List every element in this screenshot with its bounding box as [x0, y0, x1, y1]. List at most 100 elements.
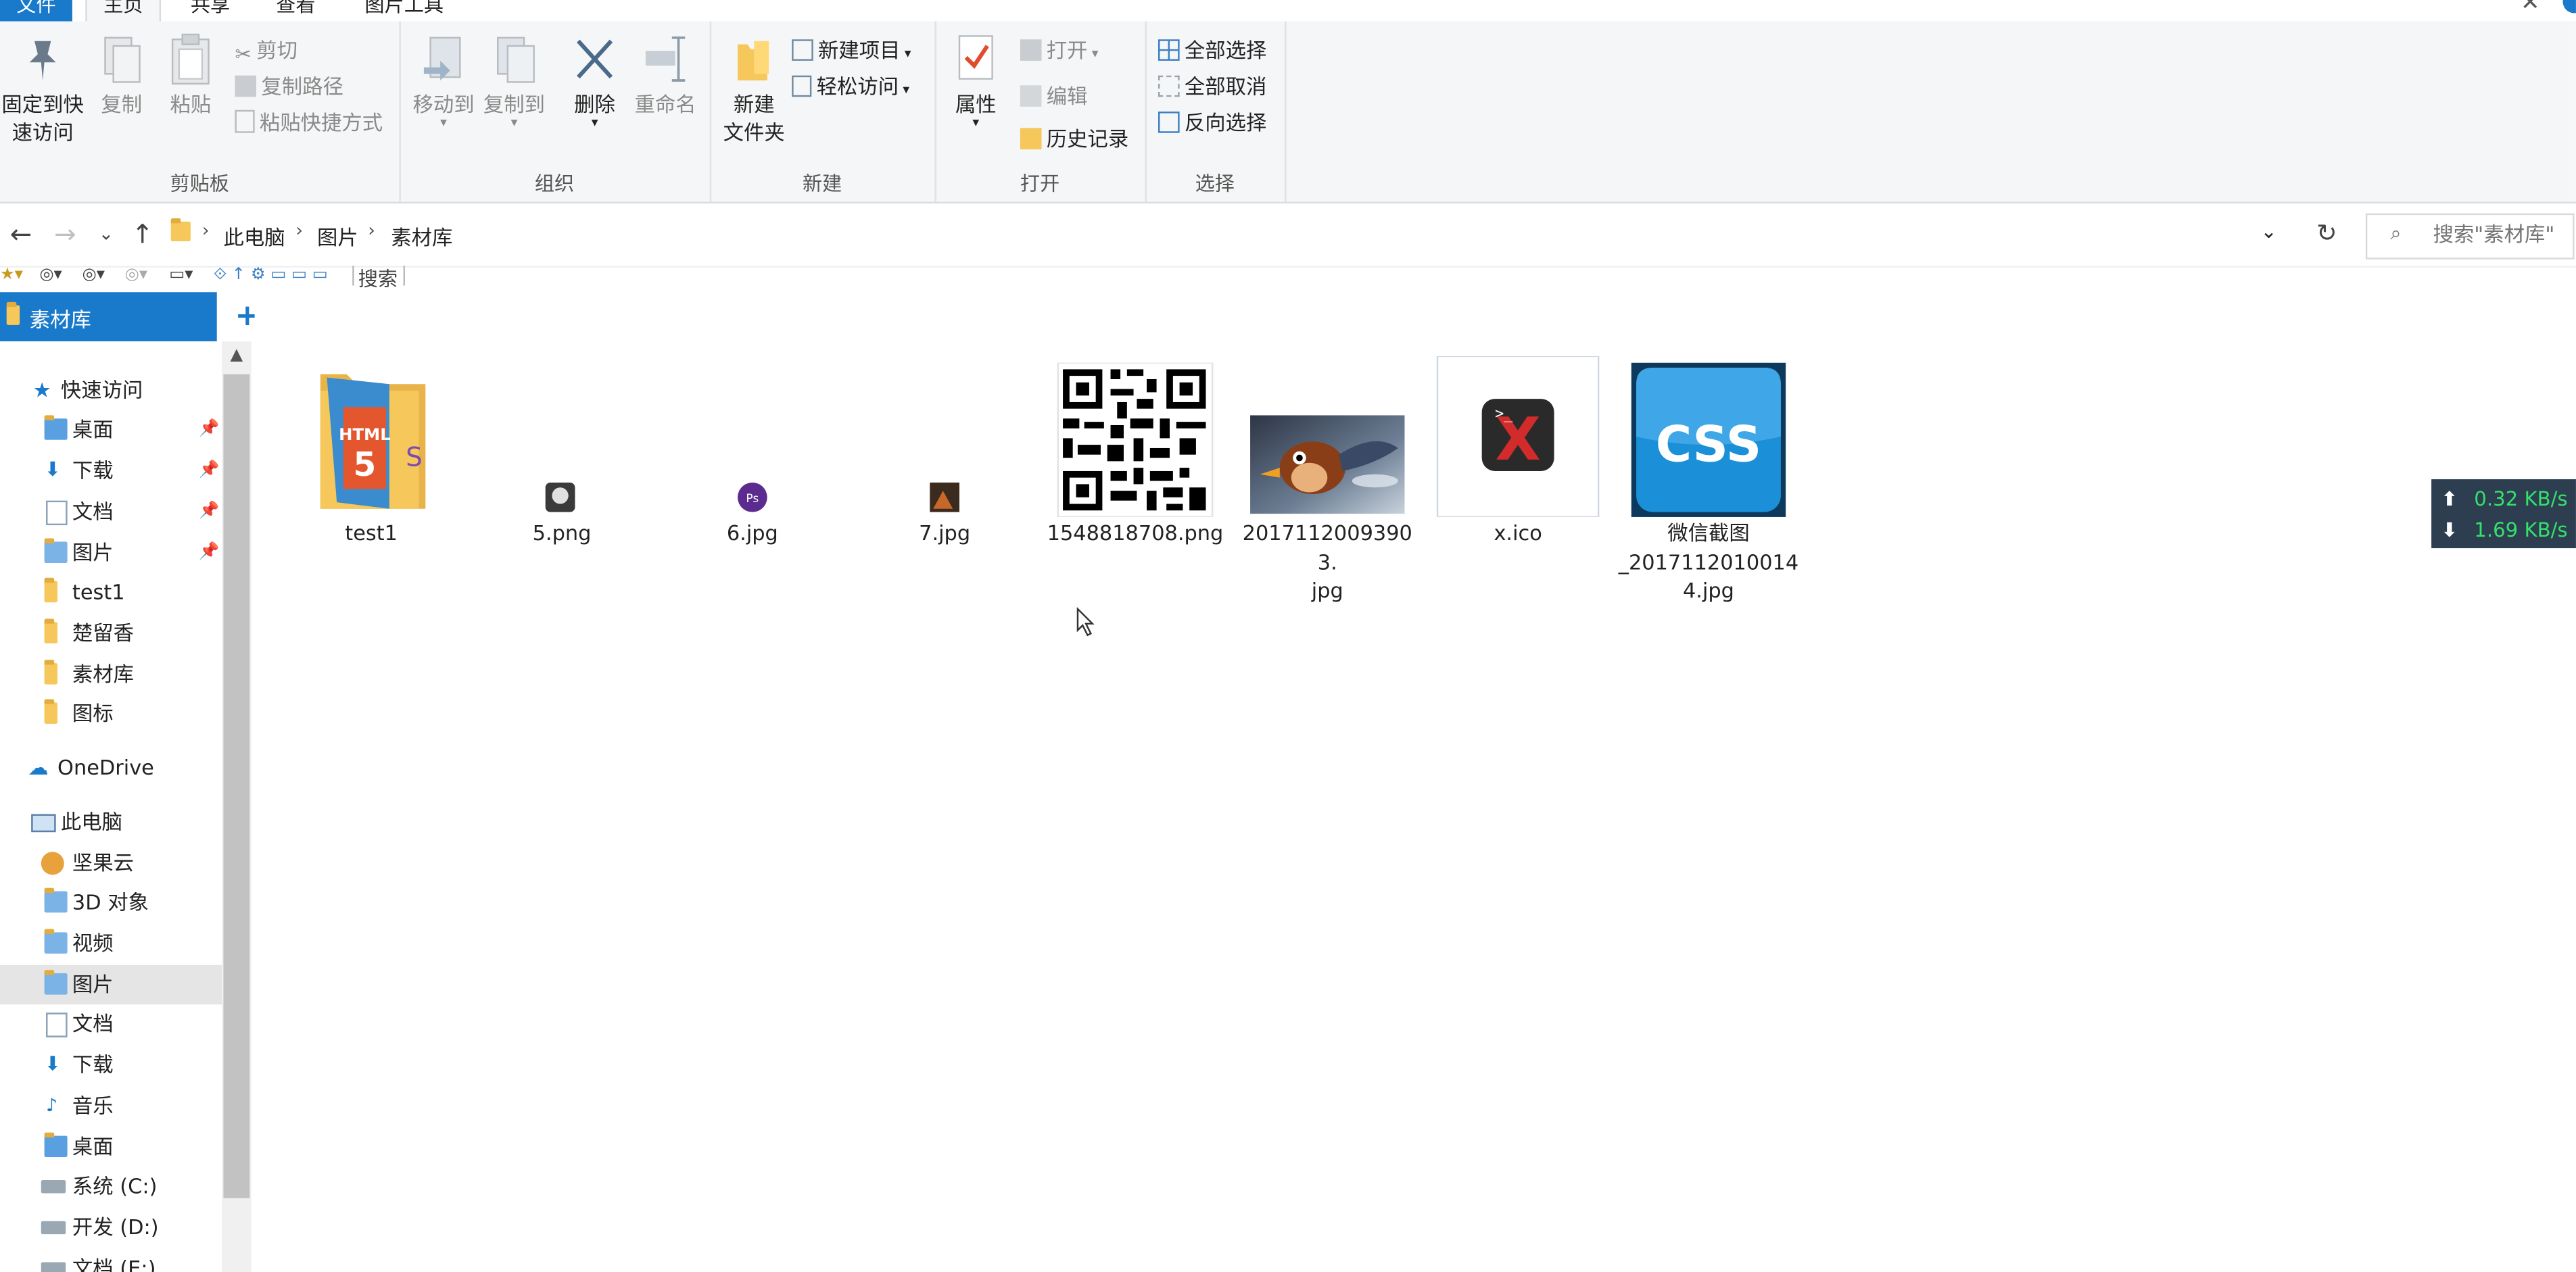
nav-item-music[interactable]: ♪ 音乐	[0, 1087, 222, 1126]
star-icon[interactable]: ★▾	[0, 266, 23, 284]
move-to-button[interactable]: 移动到 ▾	[408, 31, 480, 129]
refresh-icon[interactable]: ↻	[2316, 218, 2337, 248]
tab-share[interactable]: 共享	[174, 0, 247, 22]
nav-item-downloads-pc[interactable]: ⬇ 下载	[0, 1046, 222, 1085]
pin-icon[interactable]: 📌	[199, 451, 219, 491]
pin-icon	[20, 31, 66, 87]
scroll-thumb[interactable]	[223, 374, 250, 1198]
address-dropdown-chevron-icon[interactable]: ⌄	[2260, 220, 2276, 243]
invert-selection-button[interactable]: 反向选择	[1158, 108, 1266, 138]
search-icon: ⌕	[2390, 221, 2402, 245]
nav-header-label: 素材库	[29, 307, 91, 332]
select-all-button[interactable]: 全部选择	[1158, 36, 1266, 66]
nav-item-desktop-pc[interactable]: 桌面	[0, 1127, 222, 1167]
paste-shortcut-button[interactable]: 粘贴快捷方式	[235, 108, 383, 138]
open-button[interactable]: 打开 ▾	[1020, 36, 1099, 66]
pin-to-quick-access-button[interactable]: 固定到快 速访问	[0, 31, 85, 146]
copy-to-button[interactable]: 复制到 ▾	[478, 31, 550, 129]
cut-button[interactable]: ✂ 剪切	[235, 36, 297, 66]
breadcrumb-this-pc[interactable]: 此电脑	[223, 220, 285, 251]
new-item-button[interactable]: 新建项目 ▾	[792, 36, 911, 66]
easy-access-button[interactable]: 轻松访问 ▾	[792, 72, 909, 102]
toolbar-search-label[interactable]: 搜索	[358, 264, 398, 292]
pin-icon[interactable]: 📌	[199, 533, 219, 572]
edit-button[interactable]: 编辑	[1020, 82, 1088, 112]
paste-shortcut-icon	[235, 109, 255, 133]
nav-item-label: 桌面	[72, 1134, 114, 1159]
toolbar-separator: |	[350, 262, 357, 286]
back-circle-icon[interactable]: ◎▾	[39, 266, 62, 284]
tab-picture-tools[interactable]: 图片工具	[348, 0, 460, 22]
pin-icon[interactable]: 📌	[199, 493, 219, 532]
close-icon[interactable]: ✕	[2521, 0, 2540, 16]
copy-path-label: 复制路径	[261, 74, 343, 99]
move-to-label: 移动到	[412, 91, 475, 117]
search-box[interactable]: ⌕	[2365, 213, 2575, 260]
nav-item-pictures[interactable]: 图片 📌	[0, 533, 222, 572]
nav-item-documents[interactable]: 文档 📌	[0, 493, 222, 532]
breadcrumb-library[interactable]: 素材库	[391, 220, 452, 251]
nav-item-chuliuxiang[interactable]: 楚留香	[0, 614, 222, 653]
forward-circle-icon[interactable]: ◎▾	[82, 266, 104, 284]
nav-item-drive-c[interactable]: 系统 (C:)	[0, 1167, 222, 1206]
nav-item-drive-d[interactable]: 开发 (D:)	[0, 1208, 222, 1247]
copy-path-button[interactable]: 复制路径	[235, 72, 343, 102]
download-speed-value: 1.69 KB/s	[2474, 518, 2568, 542]
nav-item-icons[interactable]: 图标	[0, 694, 222, 733]
open-icon	[1020, 39, 1042, 61]
select-none-button[interactable]: 全部取消	[1158, 72, 1266, 102]
back-arrow-icon[interactable]: ←	[10, 218, 32, 249]
nav-item-desktop[interactable]: 桌面 📌	[0, 410, 222, 449]
nav-this-pc[interactable]: 此电脑	[0, 802, 222, 841]
download-arrow-icon: ⬇	[44, 458, 62, 481]
rename-button[interactable]: 重命名	[629, 31, 702, 118]
tools-icons[interactable]: ⟐ ↑ ⚙ ▭ ▭ ▭	[214, 266, 328, 284]
tab-file[interactable]: 文件	[0, 0, 72, 22]
nav-item-library[interactable]: 素材库	[0, 655, 222, 694]
up-arrow-icon[interactable]: ↑	[131, 218, 153, 249]
3d-objects-icon	[44, 887, 68, 913]
nav-pane-header[interactable]: 素材库	[0, 292, 217, 342]
help-icon[interactable]	[2562, 0, 2576, 14]
properties-button[interactable]: 属性 ▾	[945, 31, 1007, 129]
pin-icon[interactable]: 📌	[199, 410, 219, 449]
nav-item-test1[interactable]: test1	[0, 573, 222, 612]
easy-access-icon	[792, 75, 812, 97]
nav-item-downloads[interactable]: ⬇ 下载 📌	[0, 451, 222, 491]
delete-label: 删除	[574, 91, 615, 117]
nav-scrollbar[interactable]: ▲	[222, 341, 252, 1272]
recent-locations-chevron-icon[interactable]: ⌄	[99, 223, 114, 245]
upload-speed: ⬆ 0.32 KB/s	[2441, 483, 2568, 516]
tab-home[interactable]: 主页	[85, 0, 162, 22]
folder-icon	[44, 618, 58, 643]
new-folder-button[interactable]: 新建 文件夹	[718, 31, 790, 146]
search-input[interactable]	[2433, 221, 2573, 247]
scroll-up-arrow-icon[interactable]: ▲	[222, 346, 252, 364]
breadcrumb-pictures[interactable]: 图片	[317, 220, 358, 251]
file-name: 微信截图 _2017112010014 4.jpg	[1618, 518, 1798, 604]
view-icon[interactable]: ▭▾	[169, 266, 193, 284]
drive-icon	[41, 1180, 66, 1194]
nav-item-jianguoyun[interactable]: 坚果云	[0, 843, 222, 883]
nav-item-pictures-pc[interactable]: 图片	[0, 964, 222, 1005]
open-group: 属性 ▾ 打开 ▾ 编辑 历史记录 打开	[935, 21, 1147, 202]
delete-button[interactable]: 删除 ▾	[562, 31, 627, 129]
address-bar[interactable]: › 此电脑 › 图片 › 素材库 ⌄	[161, 214, 2297, 256]
copy-button[interactable]: 复制	[95, 31, 148, 118]
nav-item-drive-e[interactable]: 文档 (E:)	[0, 1249, 222, 1272]
upload-arrow-icon: ⬆	[2441, 487, 2458, 511]
nav-item-documents-pc[interactable]: 文档	[0, 1004, 222, 1044]
nav-quick-access[interactable]: ★ 快速访问	[0, 371, 222, 410]
nav-onedrive[interactable]: ☁ OneDrive	[0, 748, 222, 787]
nav-item-videos[interactable]: 视频	[0, 924, 222, 963]
folder-icon	[44, 577, 58, 603]
file-name: 1548818708.png	[1047, 520, 1224, 545]
nav-item-3d-objects[interactable]: 3D 对象	[0, 883, 222, 922]
folder-icon	[6, 301, 20, 325]
invert-selection-icon	[1158, 112, 1180, 133]
stop-circle-icon[interactable]: ◎▾	[125, 266, 147, 284]
history-button[interactable]: 历史记录	[1020, 125, 1128, 155]
forward-arrow-icon[interactable]: →	[54, 218, 76, 249]
tab-view[interactable]: 查看	[260, 0, 332, 22]
paste-button[interactable]: 粘贴	[164, 31, 217, 118]
